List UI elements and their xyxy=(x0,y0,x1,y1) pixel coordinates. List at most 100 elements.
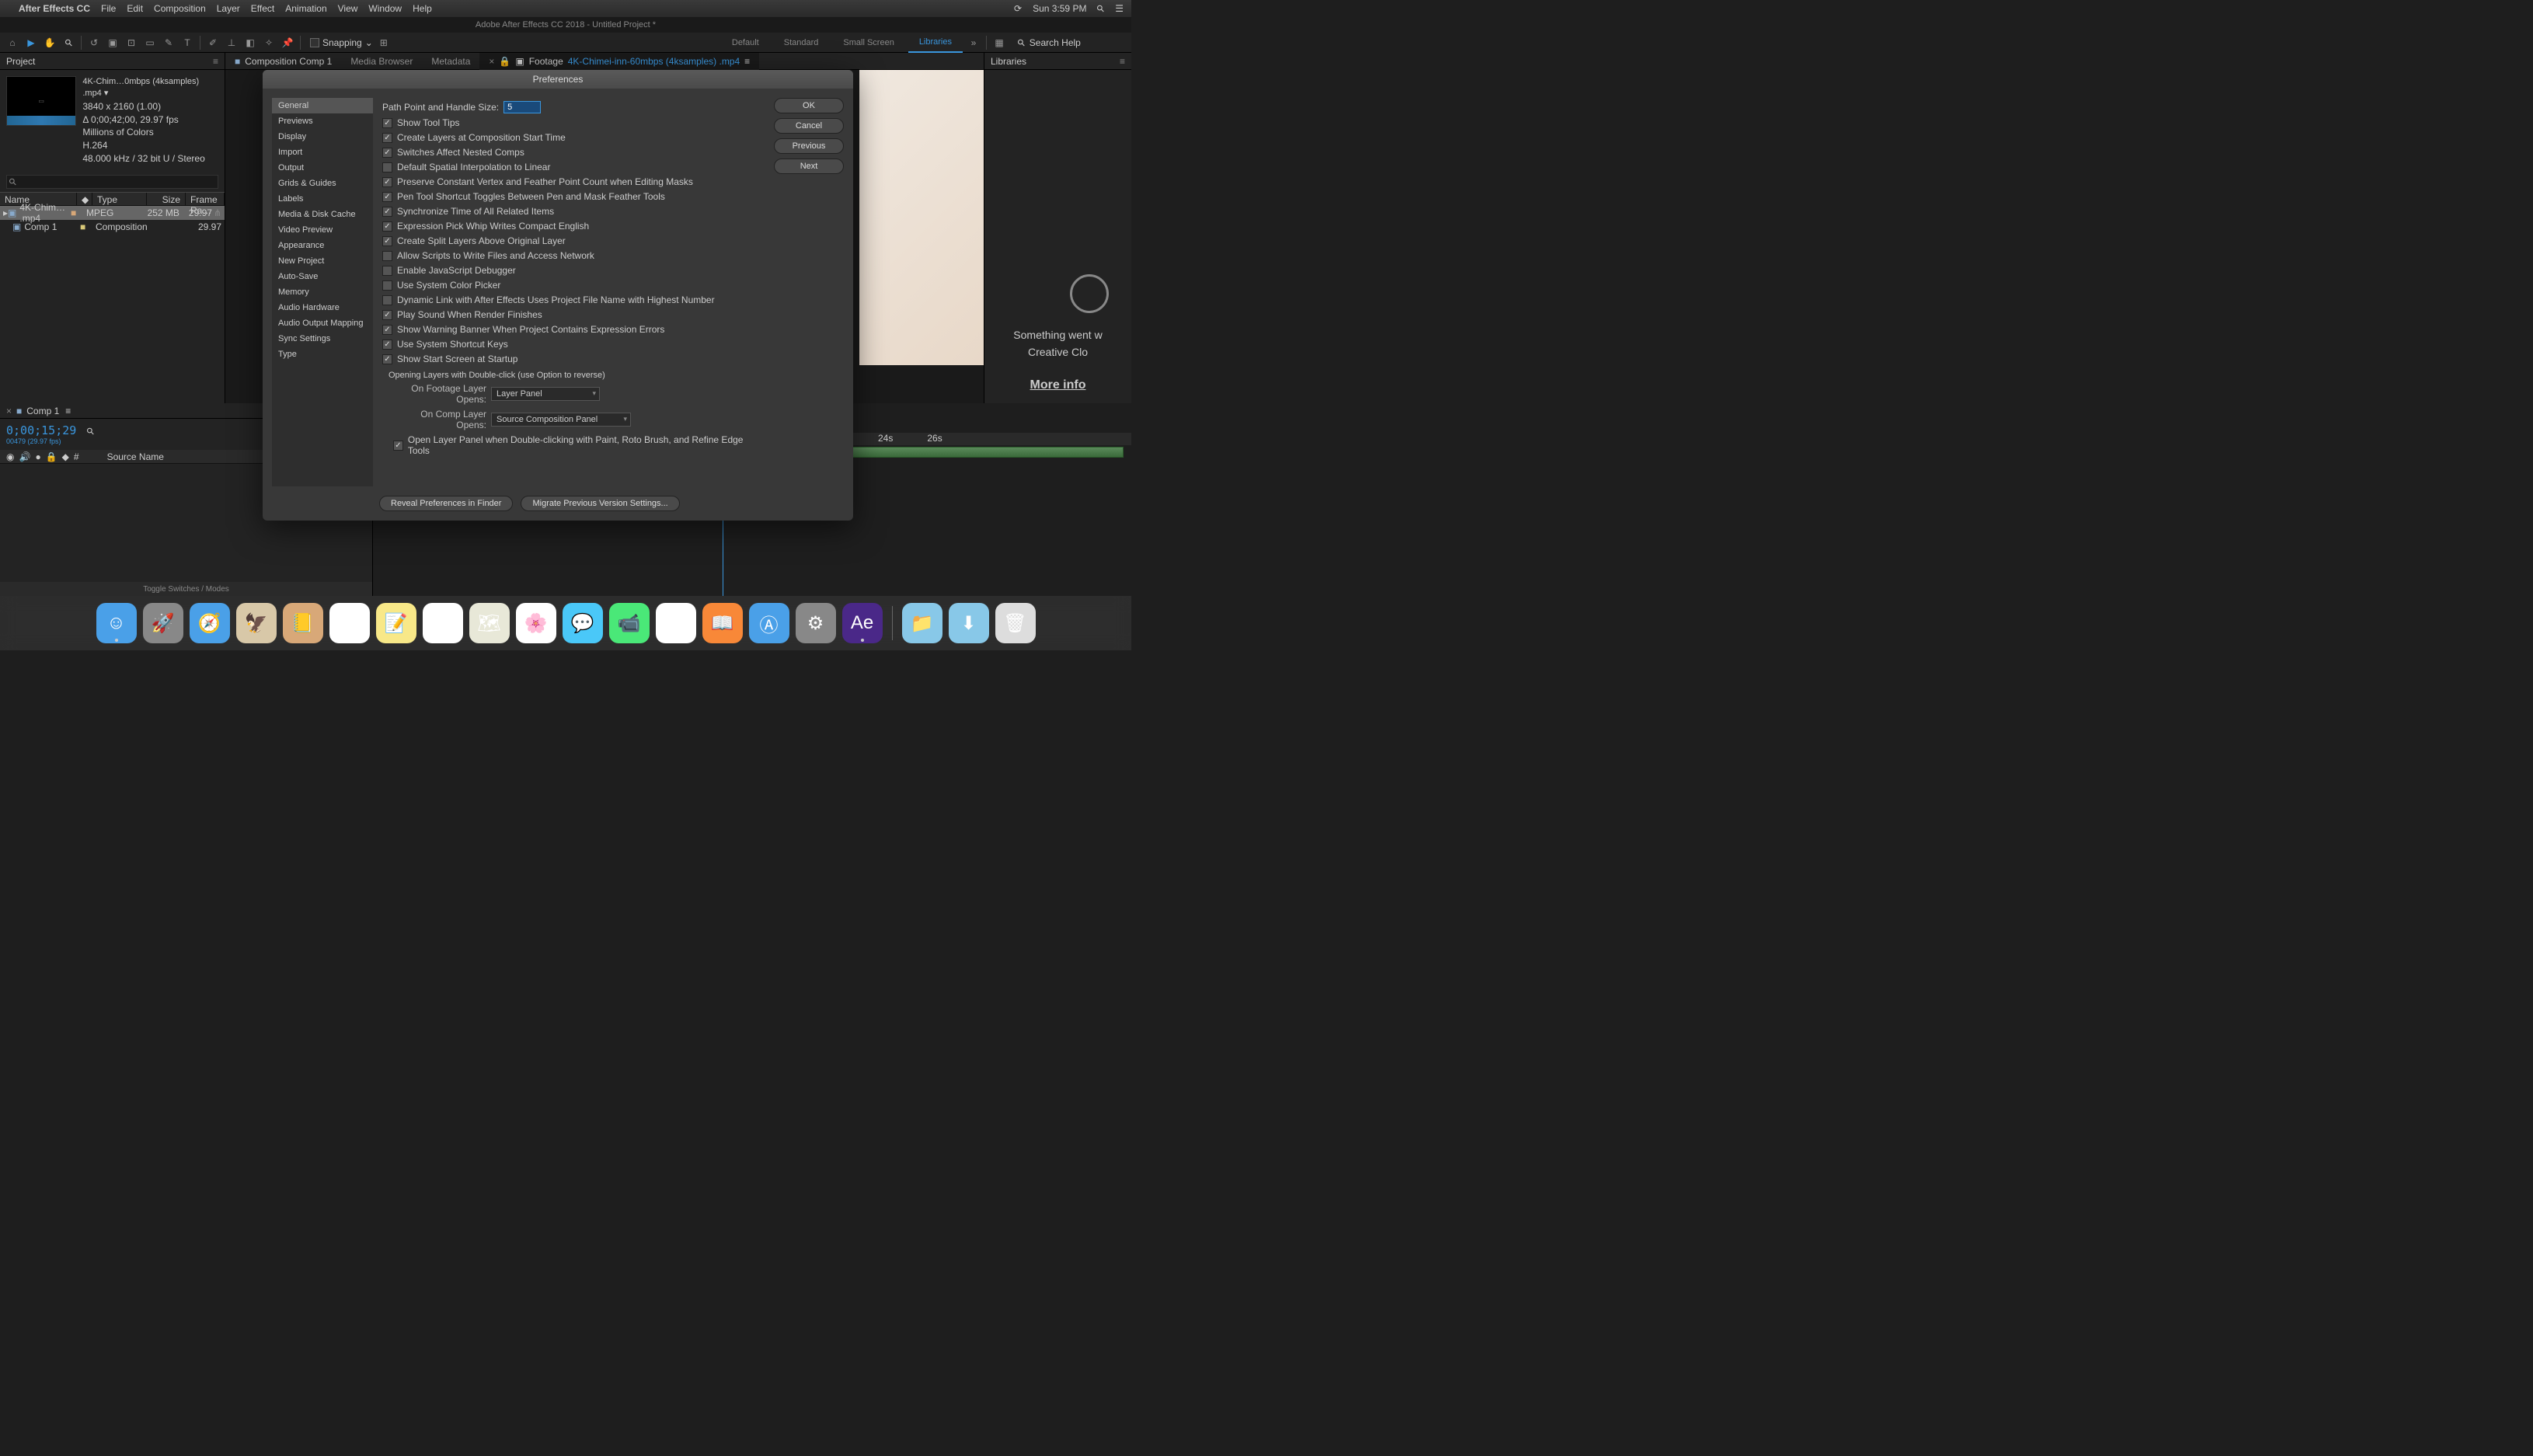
prefs-cat-type[interactable]: Type xyxy=(272,347,373,362)
dock-finder-icon[interactable]: ☺ xyxy=(96,603,137,643)
panel-menu-icon[interactable]: ≡ xyxy=(1120,56,1125,67)
lock-toggle-icon[interactable]: 🔒 xyxy=(46,451,57,462)
col-label-icon[interactable]: ◆ xyxy=(77,193,92,205)
checkbox-10[interactable] xyxy=(382,266,392,276)
close-icon[interactable]: × xyxy=(6,406,12,416)
window-menu[interactable]: Window xyxy=(368,3,402,14)
checkbox-6[interactable] xyxy=(382,207,392,217)
snap-grid-icon[interactable]: ⊞ xyxy=(376,35,392,51)
clock[interactable]: Sun 3:59 PM xyxy=(1033,3,1086,14)
toggle-switches[interactable]: Toggle Switches / Modes xyxy=(0,582,372,596)
cc-status-icon[interactable]: ⟳ xyxy=(1014,3,1022,14)
animation-menu[interactable]: Animation xyxy=(285,3,326,14)
dock-preferences-icon[interactable]: ⚙ xyxy=(796,603,836,643)
dock-photos-icon[interactable]: 🌸 xyxy=(516,603,556,643)
migrate-button[interactable]: Migrate Previous Version Settings... xyxy=(521,496,679,511)
prefs-cat-media[interactable]: Media & Disk Cache xyxy=(272,207,373,222)
next-button[interactable]: Next xyxy=(774,158,844,174)
on-comp-select[interactable]: Source Composition Panel xyxy=(491,413,631,427)
label-color-icon[interactable]: ■ xyxy=(71,207,86,218)
video-toggle-icon[interactable]: ◉ xyxy=(6,451,14,462)
previous-button[interactable]: Previous xyxy=(774,138,844,154)
clone-tool-icon[interactable]: ⊥ xyxy=(224,35,239,51)
tab-media-browser[interactable]: Media Browser xyxy=(341,53,422,70)
layer-menu[interactable]: Layer xyxy=(217,3,240,14)
path-point-input[interactable] xyxy=(503,101,541,113)
file-menu[interactable]: File xyxy=(101,3,116,14)
view-menu[interactable]: View xyxy=(338,3,358,14)
roto-tool-icon[interactable]: ✧ xyxy=(261,35,277,51)
checkbox-7[interactable] xyxy=(382,221,392,232)
prefs-cat-video[interactable]: Video Preview xyxy=(272,222,373,238)
panel-toggle-icon[interactable]: ▦ xyxy=(991,35,1007,51)
prefs-cat-auto-save[interactable]: Auto-Save xyxy=(272,269,373,284)
checkbox-12[interactable] xyxy=(382,295,392,305)
ok-button[interactable]: OK xyxy=(774,98,844,113)
col-framerate[interactable]: Frame Ra… xyxy=(186,193,225,205)
dock-safari-icon[interactable]: 🧭 xyxy=(190,603,230,643)
panel-menu-icon[interactable]: ≡ xyxy=(213,56,218,67)
libraries-title[interactable]: Libraries xyxy=(991,56,1026,67)
pan-behind-tool-icon[interactable]: ⊡ xyxy=(124,35,139,51)
timeline-comp-name[interactable]: Comp 1 xyxy=(26,406,59,416)
shape-tool-icon[interactable]: ▭ xyxy=(142,35,158,51)
dock-messages-icon[interactable]: 💬 xyxy=(563,603,603,643)
notification-center-icon[interactable]: ☰ xyxy=(1115,3,1124,14)
checkbox-4[interactable] xyxy=(382,177,392,187)
prefs-cat-memory[interactable]: Memory xyxy=(272,284,373,300)
help-menu[interactable]: Help xyxy=(413,3,432,14)
col-size[interactable]: Size xyxy=(147,193,186,205)
checkbox-11[interactable] xyxy=(382,280,392,291)
checkbox-8[interactable] xyxy=(382,236,392,246)
snapping-options-icon[interactable]: ⌄ xyxy=(365,37,373,48)
workspace-libraries[interactable]: Libraries xyxy=(908,33,963,53)
dock-contacts-icon[interactable]: 📒 xyxy=(283,603,323,643)
timecode[interactable]: 0;00;15;29 xyxy=(6,423,76,437)
dock-calendar-icon[interactable]: 22 xyxy=(329,603,370,643)
checkbox-0[interactable] xyxy=(382,118,392,128)
dock-ibooks-icon[interactable]: 📖 xyxy=(702,603,743,643)
checkbox-13[interactable] xyxy=(382,310,392,320)
open-layer-panel-checkbox[interactable] xyxy=(393,441,403,451)
prefs-cat-output[interactable]: Output xyxy=(272,160,373,176)
timeline-search[interactable] xyxy=(87,426,94,437)
label-color-icon[interactable]: ■ xyxy=(80,221,96,232)
checkbox-3[interactable] xyxy=(382,162,392,172)
checkbox-1[interactable] xyxy=(382,133,392,143)
project-row[interactable]: ▣ Comp 1 ■ Composition 29.97 xyxy=(0,220,225,234)
prefs-cat-sync[interactable]: Sync Settings xyxy=(272,331,373,347)
clip-title[interactable]: 4K-Chim…0mbps (4ksamples) .mp4 ▾ xyxy=(82,76,218,100)
more-info-link[interactable]: More info xyxy=(1030,378,1086,392)
dock-facetime-icon[interactable]: 📹 xyxy=(609,603,650,643)
snapping-toggle[interactable]: Snapping ⌄ ⊞ xyxy=(310,35,392,51)
tab-composition[interactable]: ■Composition Comp 1 xyxy=(225,53,341,70)
on-footage-select[interactable]: Layer Panel xyxy=(491,387,600,401)
checkbox-15[interactable] xyxy=(382,340,392,350)
dock-notes-icon[interactable]: 📝 xyxy=(376,603,416,643)
panel-menu-icon[interactable]: ≡ xyxy=(744,56,750,67)
solo-toggle-icon[interactable]: ● xyxy=(35,451,40,462)
workspace-small-screen[interactable]: Small Screen xyxy=(832,33,904,53)
checkbox-9[interactable] xyxy=(382,251,392,261)
dock-trash-icon[interactable]: 🗑 xyxy=(995,603,1036,643)
prefs-cat-audio-hw[interactable]: Audio Hardware xyxy=(272,300,373,315)
checkbox-14[interactable] xyxy=(382,325,392,335)
index-icon[interactable]: # xyxy=(74,451,79,462)
workspace-standard[interactable]: Standard xyxy=(773,33,830,53)
home-icon[interactable]: ⌂ xyxy=(5,35,20,51)
project-row[interactable]: ▸ ▣ 4K-Chim… .mp4 ■ MPEG 252 MB 29.97 ⋔ xyxy=(0,206,225,220)
edit-menu[interactable]: Edit xyxy=(127,3,143,14)
prefs-cat-import[interactable]: Import xyxy=(272,145,373,160)
label-icon[interactable]: ◆ xyxy=(62,451,69,462)
close-icon[interactable]: × xyxy=(489,56,494,67)
prefs-cat-audio-out[interactable]: Audio Output Mapping xyxy=(272,315,373,331)
project-panel-title[interactable]: Project xyxy=(6,56,35,67)
workspace-default[interactable]: Default xyxy=(721,33,770,53)
lock-icon[interactable]: 🔒 xyxy=(499,56,510,67)
pen-tool-icon[interactable]: ✎ xyxy=(161,35,176,51)
checkbox-5[interactable] xyxy=(382,192,392,202)
prefs-cat-appearance[interactable]: Appearance xyxy=(272,238,373,253)
eraser-tool-icon[interactable]: ◧ xyxy=(242,35,258,51)
selection-tool-icon[interactable]: ▶ xyxy=(23,35,39,51)
app-menu[interactable]: After Effects CC xyxy=(19,3,90,14)
